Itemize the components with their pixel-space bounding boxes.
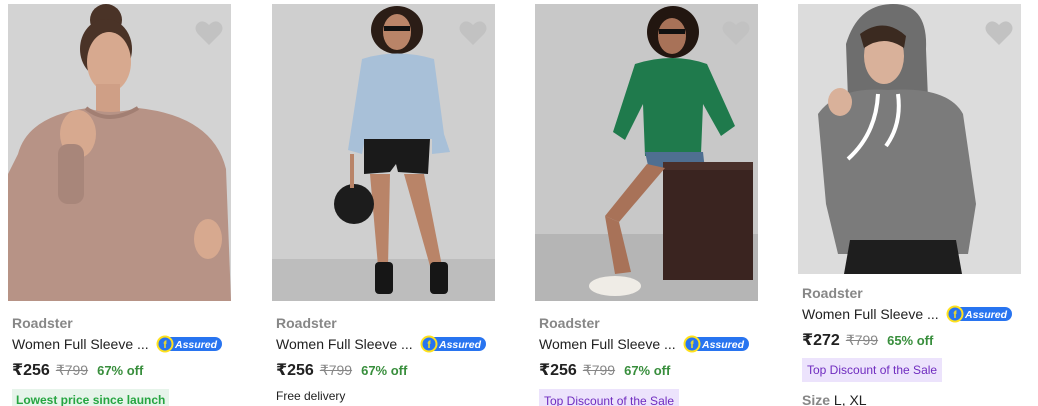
wishlist-heart-icon[interactable] [459,20,487,46]
product-title[interactable]: Women Full Sleeve ... [12,334,149,354]
offer-tag: Lowest price since launch [12,389,170,406]
assured-label: Assured [438,339,482,351]
wishlist-heart-icon[interactable] [722,20,750,46]
product-mrp: ₹799 [582,362,616,378]
product-brand: Roadster [802,285,863,301]
delivery-info: Free delivery [276,389,346,403]
assured-badge-icon: f Assured [420,335,486,353]
assured-label: Assured [964,309,1008,321]
product-mrp: ₹799 [55,362,89,378]
product-brand: Roadster [539,315,600,331]
assured-badge-icon: f Assured [156,335,222,353]
product-discount: 67% off [624,363,671,378]
assured-badge-icon: f Assured [946,305,1012,323]
size-info: Size L, XL [802,392,1021,406]
product-image[interactable] [798,4,1021,274]
assured-badge-icon: f Assured [683,335,749,353]
offer-tag: Top Discount of the Sale [539,389,680,406]
product-photo [8,4,231,301]
product-image[interactable] [272,4,495,301]
product-brand: Roadster [12,315,73,331]
product-discount: 67% off [97,363,144,378]
product-mrp: ₹799 [845,332,879,348]
product-price: ₹272 [802,332,840,349]
product-price: ₹256 [12,362,50,379]
product-brand: Roadster [276,315,337,331]
assured-label: Assured [701,339,745,351]
product-image[interactable] [535,4,758,301]
product-title[interactable]: Women Full Sleeve ... [539,334,676,354]
product-title[interactable]: Women Full Sleeve ... [276,334,413,354]
product-card[interactable]: Roadster Women Full Sleeve ... f Assured… [798,4,1021,406]
product-title[interactable]: Women Full Sleeve ... [802,304,939,324]
product-card[interactable]: Roadster Women Full Sleeve ... f Assured… [8,4,231,406]
offer-tag: Top Discount of the Sale [802,358,943,382]
product-card[interactable]: Roadster Women Full Sleeve ... f Assured… [535,4,758,406]
size-label: Size [802,392,831,406]
product-card[interactable]: Roadster Women Full Sleeve ... f Assured… [272,4,495,406]
product-photo [535,4,758,301]
wishlist-heart-icon[interactable] [195,20,223,46]
product-price: ₹256 [539,362,577,379]
wishlist-heart-icon[interactable] [985,20,1013,46]
product-photo [272,4,495,301]
size-values: L, XL [833,392,867,406]
product-price: ₹256 [276,362,314,379]
assured-label: Assured [174,339,218,351]
product-discount: 67% off [361,363,408,378]
product-mrp: ₹799 [319,362,353,378]
product-image[interactable] [8,4,231,301]
product-discount: 65% off [887,333,934,348]
